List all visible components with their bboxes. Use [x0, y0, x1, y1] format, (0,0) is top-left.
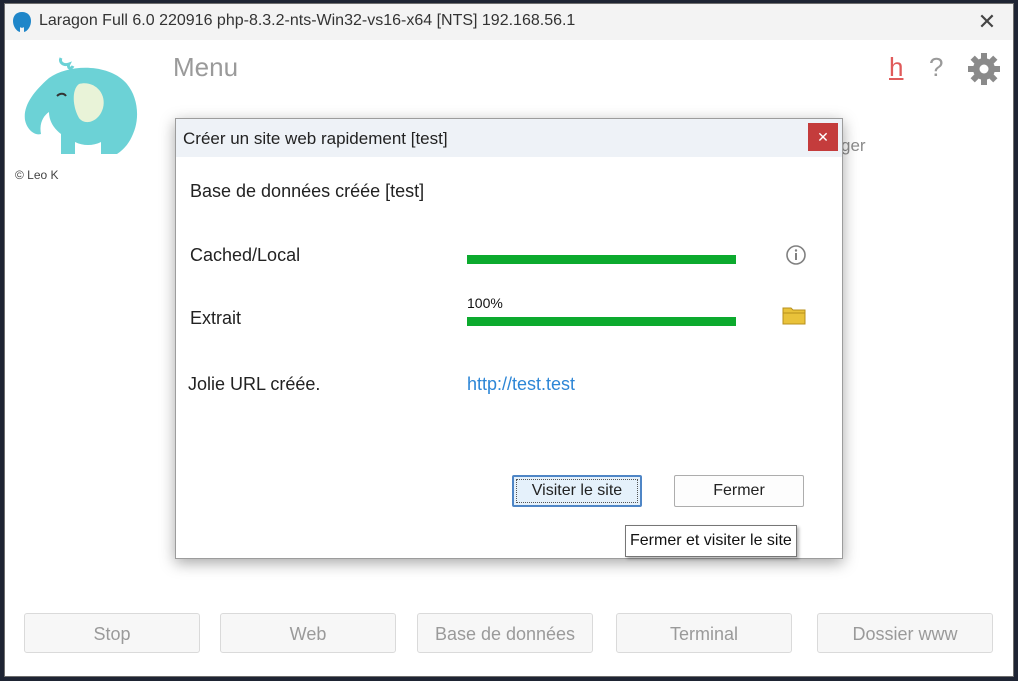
web-button[interactable]: Web — [220, 613, 396, 653]
help-button[interactable]: ? — [929, 52, 943, 83]
info-icon[interactable] — [785, 244, 807, 266]
close-dialog-button[interactable]: Fermer — [674, 475, 804, 507]
stop-button[interactable]: Stop — [24, 613, 200, 653]
cached-progress-fill — [467, 255, 736, 264]
copyright-text: © Leo K — [15, 168, 59, 182]
window-close-button[interactable]: ✕ — [975, 10, 999, 34]
dialog-close-button[interactable]: ✕ — [808, 123, 838, 151]
focus-rectangle — [516, 479, 638, 503]
dialog-title-bar: Créer un site web rapidement [test] ✕ — [176, 119, 842, 157]
visit-site-button[interactable]: Visiter le site — [512, 475, 642, 507]
pretty-url-label: Jolie URL créée. — [188, 374, 321, 394]
title-bar: Laragon Full 6.0 220916 php-8.3.2-nts-Wi… — [5, 4, 1013, 40]
extract-progress-bar — [467, 317, 736, 326]
laragon-app-icon — [13, 12, 31, 32]
extract-percent: 100% — [467, 295, 503, 311]
db-created-text: Base de données créée [test] — [190, 181, 425, 201]
cached-progress-bar — [467, 255, 736, 264]
tooltip: Fermer et visiter le site — [625, 525, 797, 557]
partially-hidden-text: ger — [841, 136, 866, 155]
cached-label: Cached/Local — [190, 245, 301, 265]
elephant-icon — [24, 57, 138, 154]
folder-icon[interactable] — [782, 305, 806, 325]
quick-create-dialog: Créer un site web rapidement [test] ✕ Ba… — [175, 118, 843, 559]
dialog-title: Créer un site web rapidement [test] — [183, 129, 448, 148]
window-title: Laragon Full 6.0 220916 php-8.3.2-nts-Wi… — [39, 12, 576, 29]
site-url-link[interactable]: http://test.test — [467, 374, 575, 395]
gear-icon[interactable] — [967, 52, 1001, 86]
terminal-button[interactable]: Terminal — [616, 613, 792, 653]
extract-progress-fill — [467, 317, 736, 326]
extract-label: Extrait — [190, 308, 242, 328]
menu-button[interactable]: Menu — [173, 52, 238, 83]
h-link[interactable]: h — [889, 52, 903, 83]
database-button[interactable]: Base de données — [417, 613, 593, 653]
www-folder-button[interactable]: Dossier www — [817, 613, 993, 653]
